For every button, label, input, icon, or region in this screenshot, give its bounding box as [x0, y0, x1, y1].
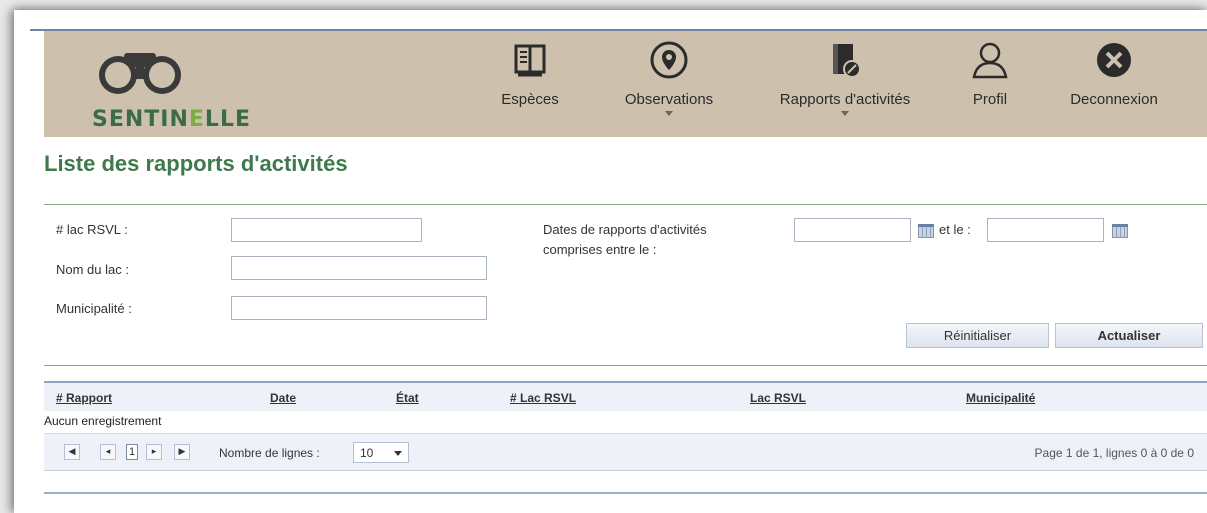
nav-especes[interactable]: Espèces [490, 31, 570, 137]
col-rapport[interactable]: # Rapport [56, 391, 112, 405]
next-page-button[interactable]: ▸ [146, 444, 162, 460]
binoculars-icon [99, 53, 181, 94]
col-municipalite[interactable]: Municipalité [966, 391, 1035, 405]
divider [44, 365, 1207, 366]
nav-observations[interactable]: Observations [604, 31, 734, 137]
table-header: # Rapport Date État # Lac RSVL Lac RSVL … [44, 383, 1207, 411]
nav-label: Deconnexion [1070, 91, 1158, 108]
header-bar: SENTINELLE Espèces Observations Rapports… [44, 31, 1207, 137]
nav-label: Espèces [501, 91, 559, 108]
calendar-icon[interactable] [918, 224, 934, 238]
user-icon [972, 42, 1008, 79]
chevron-down-icon [841, 111, 849, 116]
col-etat[interactable]: État [396, 391, 419, 405]
and-label: et le : [939, 222, 971, 237]
brand-logo[interactable]: SENTINELLE [80, 47, 250, 137]
current-page[interactable]: 1 [126, 444, 138, 460]
municipalite-label: Municipalité : [56, 301, 132, 316]
location-pin-icon [650, 41, 688, 79]
nav-profil[interactable]: Profil [960, 31, 1020, 137]
last-page-button[interactable]: ▶ [174, 444, 190, 460]
rows-label: Nombre de lignes : [219, 446, 320, 460]
report-edit-icon [833, 44, 861, 78]
rows-select[interactable]: 10 [353, 442, 409, 463]
lac-rsvl-input[interactable] [231, 218, 422, 242]
chevron-down-icon [665, 111, 673, 116]
pager: ◀ ◂ 1 ▸ ▶ Nombre de lignes : 10 Page 1 d… [44, 433, 1207, 471]
col-date[interactable]: Date [270, 391, 296, 405]
refresh-button[interactable]: Actualiser [1055, 323, 1203, 348]
calendar-icon[interactable] [1112, 224, 1128, 238]
nav-deconnexion[interactable]: Deconnexion [1056, 31, 1172, 137]
lac-rsvl-label: # lac RSVL : [56, 222, 128, 237]
prev-page-button[interactable]: ◂ [100, 444, 116, 460]
nav-label: Profil [972, 91, 1008, 108]
reset-button[interactable]: Réinitialiser [906, 323, 1049, 348]
municipalite-input[interactable] [231, 296, 487, 320]
first-page-button[interactable]: ◀ [64, 444, 80, 460]
date-from-input[interactable] [794, 218, 911, 242]
empty-message: Aucun enregistrement [44, 414, 162, 428]
nav-rapports[interactable]: Rapports d'activités [762, 31, 928, 137]
book-icon [514, 44, 546, 77]
divider [44, 204, 1207, 205]
nom-lac-label: Nom du lac : [56, 262, 129, 277]
date-to-input[interactable] [987, 218, 1104, 242]
col-lac-rsvl-num[interactable]: # Lac RSVL [510, 391, 576, 405]
dates-label: Dates de rapports d'activités comprises … [543, 222, 707, 257]
nav-label: Observations [624, 91, 714, 108]
nav-label: Rapports d'activités [779, 91, 911, 108]
bottom-border [44, 492, 1207, 494]
page-title: Liste des rapports d'activités [44, 151, 348, 176]
brand-name: SENTINELLE [92, 107, 251, 132]
col-lac-rsvl[interactable]: Lac RSVL [750, 391, 806, 405]
chevron-down-icon [394, 451, 402, 456]
page-info: Page 1 de 1, lignes 0 à 0 de 0 [1034, 446, 1194, 460]
close-circle-icon [1097, 43, 1131, 77]
nom-lac-input[interactable] [231, 256, 487, 280]
